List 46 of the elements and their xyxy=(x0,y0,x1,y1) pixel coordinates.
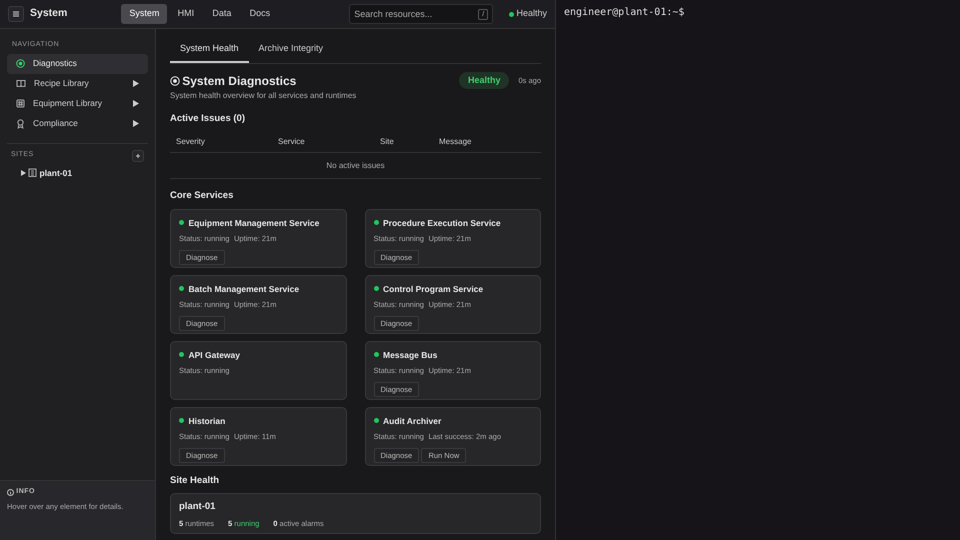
page-subtitle: System health overview for all services and runtimes xyxy=(170,90,356,102)
target-icon xyxy=(16,59,25,68)
section-heading: Core Services xyxy=(170,189,234,204)
service-name: Message Bus xyxy=(383,348,438,362)
service-name: Control Program Service xyxy=(383,282,484,296)
status-badge: Healthy xyxy=(458,72,510,89)
menu-button[interactable] xyxy=(8,6,24,22)
equipment-icon xyxy=(16,99,25,108)
site-name: plant-01 xyxy=(179,500,216,514)
book-icon xyxy=(16,79,26,88)
section-heading: Site Health xyxy=(170,474,220,488)
column-header: Message xyxy=(438,136,472,148)
sidebar-item[interactable]: Compliance xyxy=(7,114,148,134)
column-header: Severity xyxy=(175,136,206,148)
app-title: System xyxy=(30,6,68,22)
column-header: Service xyxy=(277,136,306,148)
service-name: Batch Management Service xyxy=(188,282,300,296)
health-status: Healthy xyxy=(516,7,547,20)
sidebar-item[interactable]: Equipment Library xyxy=(7,94,148,114)
terminal-prompt: engineer@plant-01:~$ xyxy=(564,7,684,18)
target-icon xyxy=(170,76,180,86)
nav-tab[interactable]: HMI xyxy=(170,4,202,24)
expand-arrow-icon xyxy=(21,170,26,176)
service-name: Audit Archiver xyxy=(383,414,442,428)
plus-icon xyxy=(136,154,140,158)
menu-icon xyxy=(13,11,19,17)
sidebar-item[interactable]: Recipe Library xyxy=(7,74,148,94)
service-name: API Gateway xyxy=(188,348,240,362)
content-tab[interactable]: Archive Integrity xyxy=(248,37,334,62)
service-name: Historian xyxy=(188,414,226,428)
section-heading: Active Issues (0) xyxy=(170,112,246,126)
nav-tab[interactable]: Data xyxy=(204,4,240,24)
service-name: Procedure Execution Service xyxy=(383,216,501,230)
add-button[interactable] xyxy=(132,150,144,162)
service-name: Equipment Management Service xyxy=(188,216,320,230)
info-icon xyxy=(7,489,14,496)
nav-tab[interactable]: System xyxy=(121,4,168,24)
building-icon xyxy=(28,168,38,178)
page-title: System Diagnostics xyxy=(182,72,296,90)
award-icon xyxy=(16,118,25,128)
column-header: Site xyxy=(379,136,395,148)
sidebar-item[interactable]: Diagnostics xyxy=(7,54,148,74)
empty-message: No active issues xyxy=(326,160,385,170)
site-tree-item[interactable]: plant-01 xyxy=(7,162,86,184)
content-tab[interactable]: System Health xyxy=(170,37,249,62)
nav-tab[interactable]: Docs xyxy=(242,4,278,24)
